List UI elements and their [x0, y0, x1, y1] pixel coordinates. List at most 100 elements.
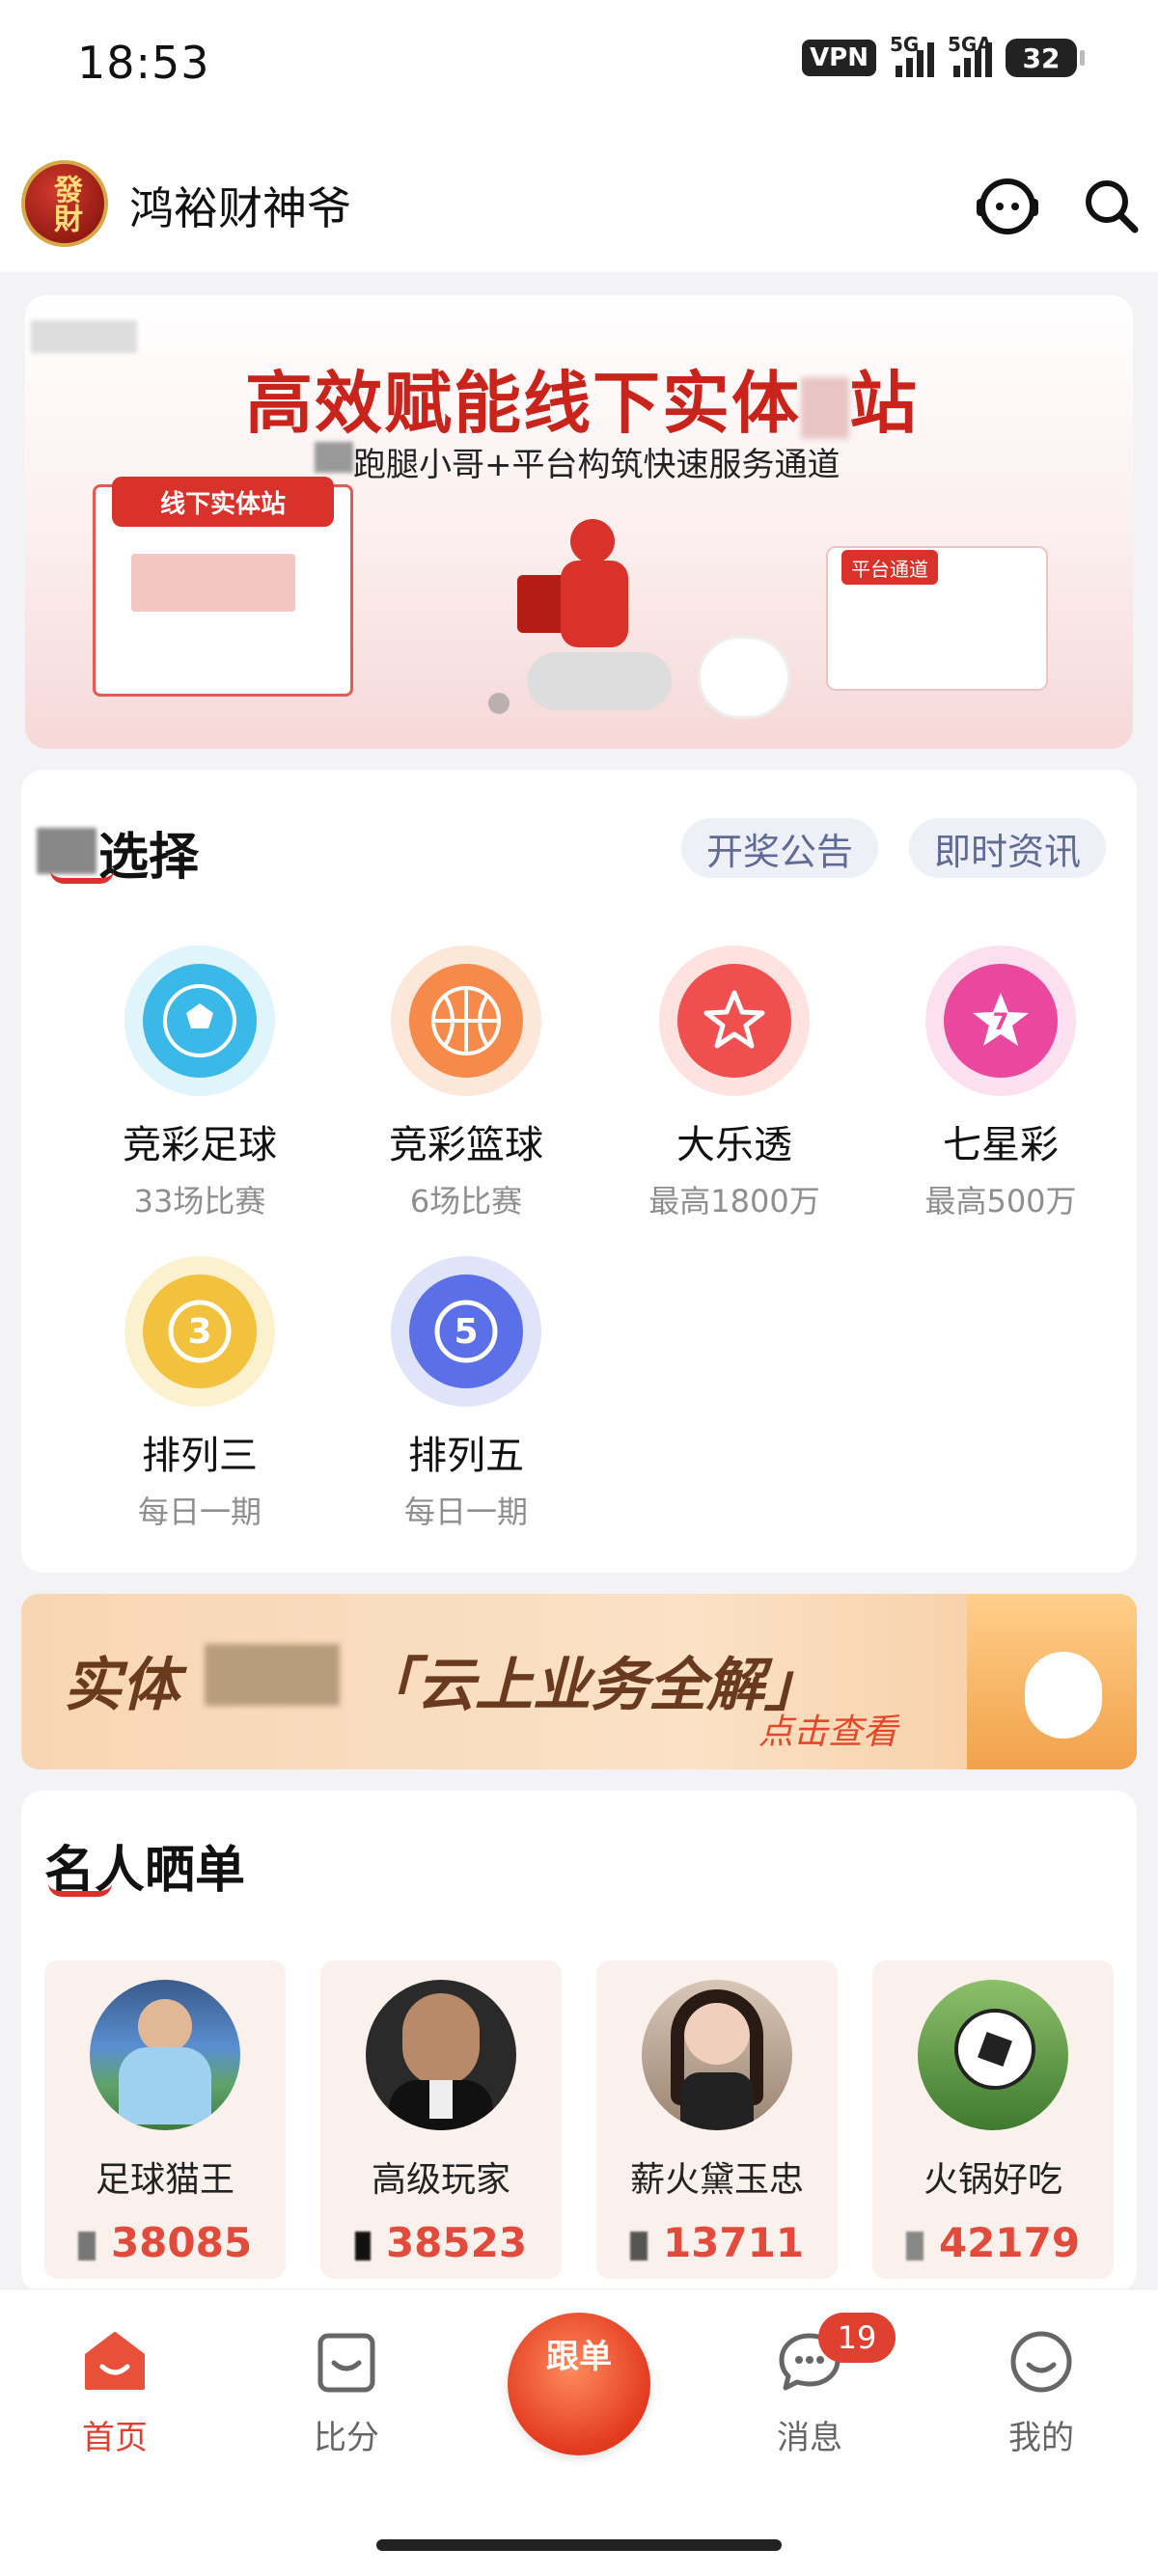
game-subtitle: 每日一期: [137, 1494, 262, 1530]
nav-home[interactable]: 首页: [42, 2328, 187, 2458]
app-name: 鸿裕财神爷: [129, 182, 351, 234]
banner-subtitle: 跑腿小哥+平台构筑快速服务通道: [353, 446, 841, 484]
game-subtitle: 最高1800万: [648, 1183, 820, 1219]
game-name: 竞彩足球: [123, 1123, 277, 1167]
nav-score[interactable]: 比分: [274, 2328, 419, 2458]
celebrity-score: 38085: [44, 2219, 286, 2266]
lottery-selection-card: 选择 开奖公告 即时资讯 竞彩足球 33场比赛 竞彩篮球 6场比赛 大乐透 最高…: [21, 770, 1137, 1573]
game-subtitle: 每日一期: [403, 1494, 528, 1530]
celebrity-score-value: 13711: [662, 2219, 805, 2266]
nav-profile[interactable]: 我的: [969, 2328, 1114, 2458]
score-icon: [317, 2333, 375, 2393]
game-name: 大乐透: [676, 1123, 792, 1167]
promo-title-right: 「云上业务全解」: [359, 1652, 822, 1719]
nav-label: 我的: [1008, 2419, 1074, 2457]
carousel-indicator[interactable]: [488, 693, 510, 714]
celebrity-item[interactable]: 足球猫王 38085: [44, 1960, 286, 2279]
game-subtitle: 最高500万: [924, 1183, 1077, 1219]
kiosk-label: 线下实体站: [112, 477, 334, 527]
platform-label: 平台通道: [841, 550, 938, 585]
celebrity-item[interactable]: 高级玩家 38523: [320, 1960, 562, 2279]
banner-title-text: 高效赋能线下实体: [245, 364, 801, 443]
lottery-section-title: 选择: [98, 829, 200, 887]
number-five-ball-icon: 5: [391, 1256, 541, 1407]
title-underline: [48, 1883, 112, 1897]
nav-label: 首页: [82, 2419, 148, 2457]
banner-title-tail: 站: [849, 364, 919, 443]
draw-announcement-pill[interactable]: 开奖公告: [681, 818, 879, 878]
vpn-badge: VPN: [802, 40, 876, 76]
celebrity-score: 42179: [872, 2219, 1114, 2266]
scooter-illustration: [527, 652, 672, 710]
game-name: 竞彩篮球: [389, 1123, 543, 1167]
number-three-ball-icon: 3: [124, 1256, 275, 1407]
celebrity-picks-card: 名人晒单 足球猫王 38085 高级玩家 38523 薪火黛玉忠 13711 火…: [21, 1791, 1137, 2292]
game-subtitle: 33场比赛: [133, 1183, 266, 1219]
signal-5g-icon: 5G: [890, 33, 934, 77]
promo-blurred-text: [205, 1644, 340, 1706]
celebrity-score-value: 42179: [938, 2219, 1081, 2266]
game-jingcai-football[interactable]: 竞彩足球 33场比赛: [89, 945, 311, 1221]
follow-order-button[interactable]: 跟单: [508, 2313, 650, 2455]
rider-body: [561, 561, 628, 647]
game-name: 七星彩: [943, 1123, 1059, 1167]
celebrity-name: 高级玩家: [371, 2160, 510, 2200]
promo-title-left: 实体: [64, 1652, 179, 1719]
celebrity-score: 38523: [320, 2219, 562, 2266]
avatar: [642, 1980, 792, 2130]
mascot-illustration: [701, 639, 787, 716]
status-indicators: VPN 5G 5GA 32: [802, 33, 1085, 77]
profile-icon: [1010, 2331, 1072, 2393]
game-pailie-wu[interactable]: 5 排列五 每日一期: [355, 1256, 577, 1532]
home-indicator[interactable]: [376, 2539, 782, 2551]
nav-label: 比分: [314, 2419, 379, 2457]
game-jingcai-basketball[interactable]: 竞彩篮球 6场比赛: [355, 945, 577, 1221]
instant-news-pill[interactable]: 即时资讯: [909, 818, 1107, 878]
status-bar: 18:53 VPN 5G 5GA 32: [0, 0, 1158, 135]
blurred-title-prefix: [37, 828, 96, 874]
message-count-badge: 19: [818, 2313, 896, 2363]
signal-5ga-icon: 5GA: [948, 33, 992, 77]
seven-star-icon: 7: [925, 945, 1076, 1096]
status-time: 18:53: [77, 37, 210, 89]
celebrity-score: 13711: [596, 2219, 838, 2266]
ball-number: 5: [454, 1312, 478, 1352]
soccer-ball-icon: [124, 945, 275, 1096]
game-qixingcai[interactable]: 7 七星彩 最高500万: [890, 945, 1112, 1221]
banner-blurred-logo: [31, 320, 137, 353]
search-icon[interactable]: [1081, 176, 1141, 235]
celebrity-name: 足球猫王: [95, 2160, 234, 2200]
avatar: [90, 1980, 240, 2130]
basketball-icon: [391, 945, 541, 1096]
follow-order-label: 跟单: [546, 2338, 612, 2376]
celebrity-item[interactable]: 火锅好吃 42179: [872, 1960, 1114, 2279]
promo-view-link[interactable]: 点击查看: [758, 1704, 897, 1754]
celebrity-item[interactable]: 薪火黛玉忠 13711: [596, 1960, 838, 2279]
game-daletou[interactable]: 大乐透 最高1800万: [623, 945, 845, 1221]
game-name: 排列五: [408, 1434, 524, 1478]
star-ball-icon: [659, 945, 810, 1096]
game-subtitle: 6场比赛: [409, 1183, 523, 1219]
title-underline: [50, 870, 114, 884]
banner-blurred-text: [315, 442, 353, 473]
home-icon: [85, 2332, 145, 2390]
celebrity-score-value: 38523: [385, 2219, 528, 2266]
robot-assistant-icon[interactable]: [975, 172, 1040, 237]
hero-banner[interactable]: 高效赋能线下实体站 跑腿小哥+平台构筑快速服务通道 线下实体站 平台通道: [25, 295, 1133, 749]
app-header: 發財 鸿裕财神爷: [0, 135, 1158, 272]
ball-number: 3: [187, 1312, 211, 1352]
celebrity-name: 薪火黛玉忠: [629, 2160, 804, 2200]
celebrity-score-value: 38085: [110, 2219, 253, 2266]
promo-mascot: [1025, 1652, 1102, 1739]
app-logo[interactable]: 發財: [21, 160, 108, 247]
celebrity-name: 火锅好吃: [923, 2160, 1062, 2200]
battery-indicator: 32: [1006, 39, 1085, 77]
signal-5g-label: 5G: [890, 33, 920, 56]
game-name: 排列三: [142, 1434, 258, 1478]
avatar: [918, 1980, 1068, 2130]
promo-banner[interactable]: 实体 「云上业务全解」 点击查看: [21, 1594, 1137, 1769]
avatar: [366, 1980, 516, 2130]
game-pailie-san[interactable]: 3 排列三 每日一期: [89, 1256, 311, 1532]
nav-label: 消息: [777, 2419, 842, 2457]
signal-5ga-label: 5GA: [948, 33, 992, 56]
